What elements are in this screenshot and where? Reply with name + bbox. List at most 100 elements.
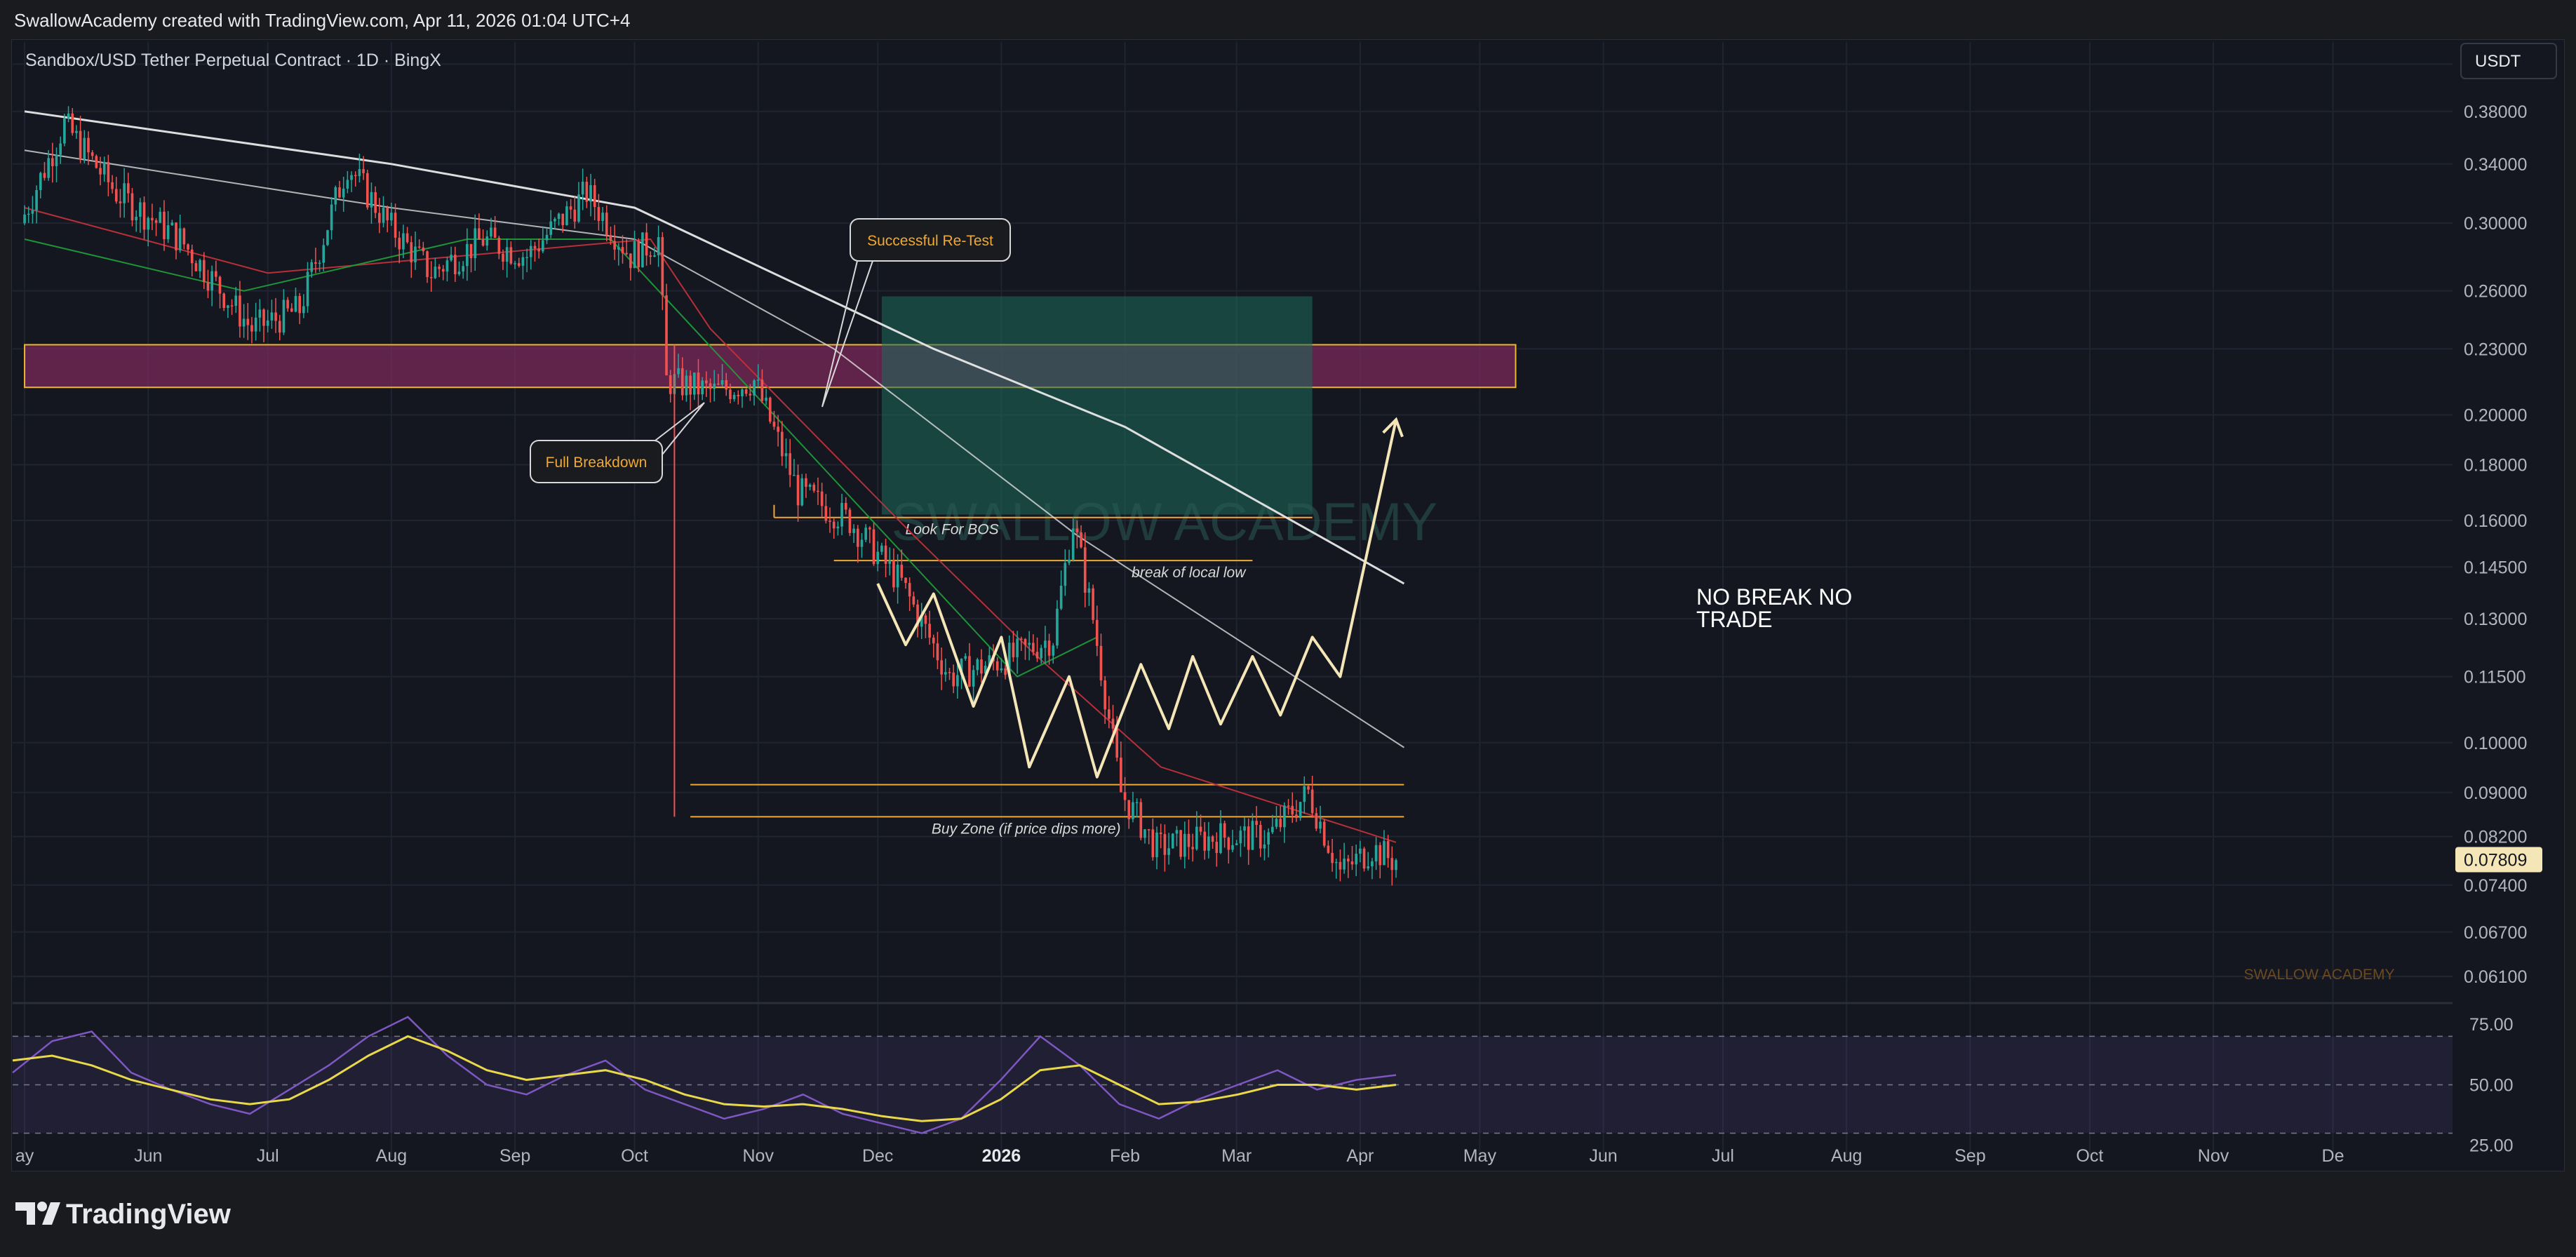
candle-body bbox=[462, 266, 464, 272]
candle bbox=[99, 156, 102, 186]
candle-body bbox=[474, 228, 477, 259]
candle-body bbox=[262, 309, 265, 326]
candle bbox=[768, 396, 772, 424]
brand-logo[interactable]: TradingView bbox=[15, 1199, 232, 1230]
candle-body bbox=[441, 269, 445, 272]
candle-body bbox=[964, 656, 967, 659]
candle bbox=[1367, 852, 1370, 871]
candle bbox=[1279, 805, 1282, 832]
candle bbox=[114, 177, 118, 204]
candle-body bbox=[1287, 805, 1290, 807]
candle-body bbox=[230, 305, 234, 307]
candle-body bbox=[71, 113, 74, 133]
candle-body bbox=[142, 202, 146, 230]
candle-body bbox=[1386, 840, 1390, 859]
candle-body bbox=[199, 260, 201, 271]
candle-body bbox=[99, 168, 102, 175]
rsi-tick-label: 75.00 bbox=[2469, 1015, 2514, 1035]
candle-body bbox=[976, 659, 979, 671]
candle bbox=[569, 199, 572, 219]
currency-button[interactable]: USDT bbox=[2460, 43, 2557, 79]
candle-body bbox=[450, 255, 452, 261]
candle-body bbox=[940, 660, 943, 675]
candle-body bbox=[1071, 528, 1075, 560]
candle bbox=[832, 518, 836, 539]
candle-body bbox=[601, 213, 604, 221]
time-tick-label: Sep bbox=[1954, 1146, 1985, 1166]
candle bbox=[330, 196, 333, 240]
bos-label: Look For BOS bbox=[906, 522, 999, 538]
candle-body bbox=[1120, 758, 1122, 793]
candle-body bbox=[166, 225, 170, 239]
candle-body bbox=[31, 210, 34, 214]
buy-zone-label: Buy Zone (if price dips more) bbox=[932, 821, 1121, 837]
candle bbox=[800, 473, 804, 506]
candle-body bbox=[641, 232, 644, 268]
candle-body bbox=[429, 276, 433, 278]
candle bbox=[820, 483, 824, 518]
candle bbox=[1303, 776, 1306, 814]
candle-body bbox=[1147, 829, 1151, 831]
candle bbox=[194, 260, 198, 271]
candle bbox=[266, 309, 269, 332]
candle bbox=[126, 173, 130, 203]
no-break-note-line1: NO BREAK NO bbox=[1696, 584, 1852, 610]
candle-body bbox=[832, 521, 836, 529]
candle-body bbox=[820, 491, 824, 506]
candle-body bbox=[793, 475, 796, 476]
price-tick-label: 0.23000 bbox=[2464, 340, 2527, 359]
candle bbox=[334, 185, 337, 212]
candle bbox=[1143, 829, 1146, 844]
candle-body bbox=[286, 300, 289, 309]
price-tick-label: 0.16000 bbox=[2464, 511, 2527, 531]
candle bbox=[1390, 846, 1394, 886]
candle-body bbox=[445, 260, 449, 272]
candle bbox=[318, 260, 321, 272]
price-tick-label: 0.06100 bbox=[2464, 967, 2527, 987]
price-tick-label: 0.38000 bbox=[2464, 102, 2527, 122]
candle bbox=[868, 526, 871, 544]
candle-body bbox=[1183, 833, 1186, 857]
candle bbox=[422, 241, 425, 256]
candle-body bbox=[394, 213, 397, 238]
candle-body bbox=[330, 204, 333, 231]
candle-body bbox=[1350, 861, 1354, 865]
candle-body bbox=[1322, 821, 1326, 846]
candle bbox=[1327, 840, 1330, 854]
candle bbox=[441, 264, 445, 281]
candle-body bbox=[1295, 814, 1298, 819]
candle bbox=[517, 257, 521, 268]
symbol-legend: Sandbox/USD Tether Perpetual Contract · … bbox=[25, 51, 441, 70]
candle-body bbox=[1303, 786, 1306, 802]
candle bbox=[111, 175, 114, 194]
candle-body bbox=[254, 317, 257, 332]
candle-body bbox=[1255, 821, 1258, 826]
candle bbox=[1203, 822, 1207, 860]
candle-body bbox=[772, 422, 776, 427]
candle-body bbox=[242, 318, 246, 327]
candle-body bbox=[1056, 608, 1059, 646]
candle bbox=[1179, 829, 1182, 860]
candle bbox=[1343, 842, 1346, 874]
candle-body bbox=[932, 638, 935, 644]
candle-body bbox=[1047, 640, 1051, 656]
candle-body bbox=[1143, 829, 1146, 838]
candle-body bbox=[517, 263, 521, 266]
candle-body bbox=[187, 244, 189, 250]
candle bbox=[242, 304, 246, 338]
candle-body bbox=[669, 375, 672, 394]
candle bbox=[390, 202, 393, 227]
candle-body bbox=[633, 241, 636, 269]
price-chart[interactable]: SWALLOW ACADEMY Look For BOS break of loc… bbox=[0, 0, 2576, 1257]
candle bbox=[860, 533, 864, 558]
candle-body bbox=[270, 312, 274, 321]
candle bbox=[1255, 806, 1258, 838]
candle bbox=[637, 238, 640, 273]
candle-body bbox=[829, 520, 831, 522]
candle-body bbox=[852, 528, 855, 533]
candle-body bbox=[227, 305, 229, 308]
candle-body bbox=[732, 394, 736, 400]
candle bbox=[222, 292, 226, 311]
candle bbox=[581, 168, 584, 210]
candle bbox=[1346, 854, 1350, 878]
